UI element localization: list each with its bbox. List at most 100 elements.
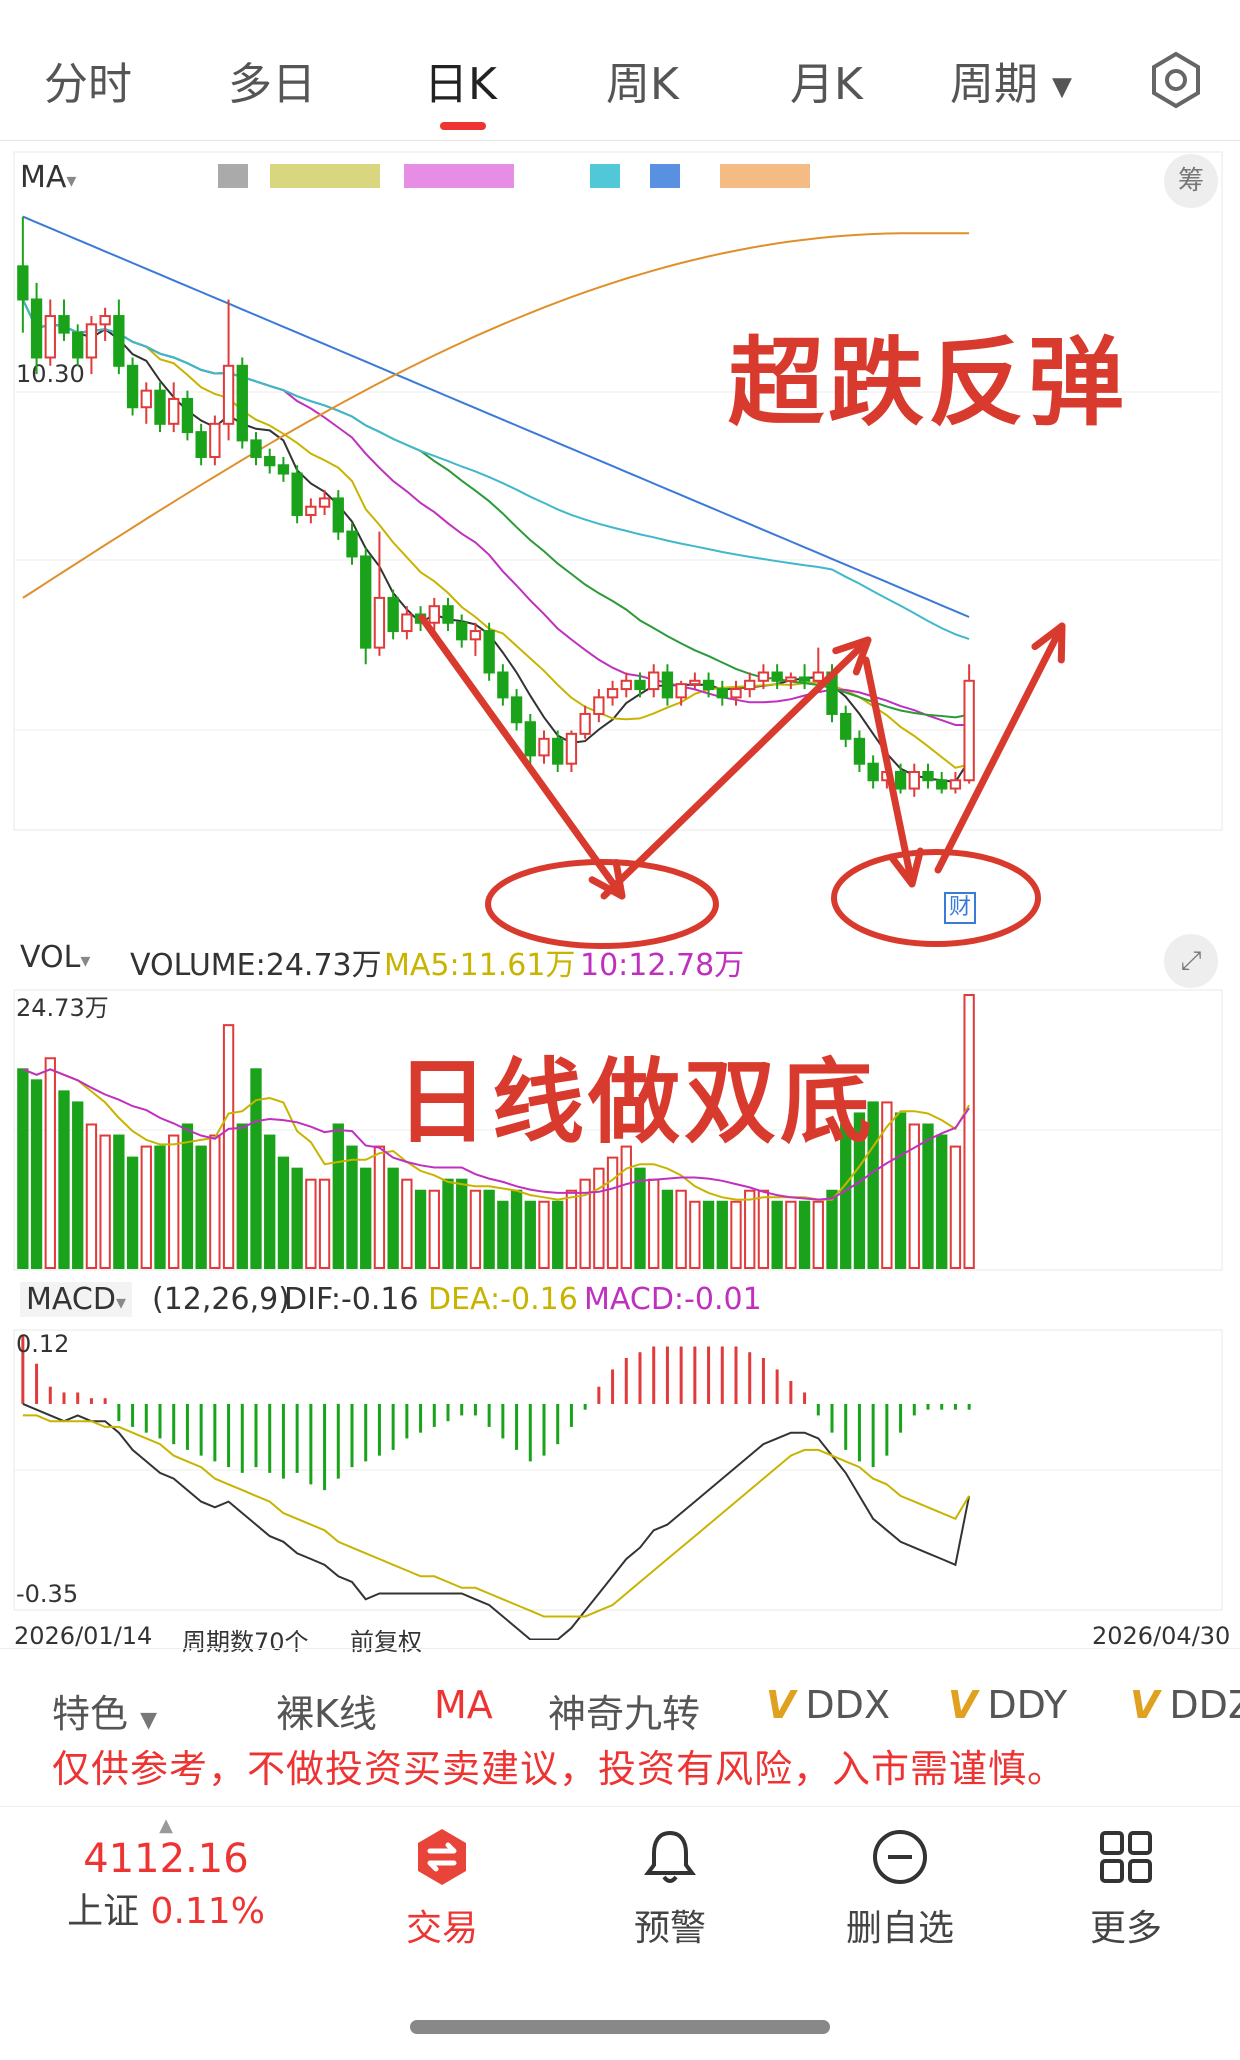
volume-bar [538,1200,550,1269]
volume-bar [620,1145,632,1269]
macd-dif: DIF:-0.16 [284,1282,419,1317]
vip-v-icon: V [1130,1683,1160,1727]
bell-icon [644,1830,696,1883]
volume-bar [99,1134,111,1269]
volume-bar [85,1123,98,1270]
volume-bar [730,1200,742,1269]
candle-body [181,397,194,434]
expand-icon[interactable]: ⤢ [1164,934,1218,988]
candle-body [469,630,482,641]
volume-bar [346,1145,358,1269]
candle-body [44,315,56,359]
candle-body [538,737,550,757]
candle-body [126,364,139,409]
volume-bar [442,1178,454,1269]
candle-body [510,696,523,724]
candle-body [620,679,632,691]
vol-indicator-selector[interactable]: VOL▾ [20,940,90,975]
special-label: 特色 [52,1692,129,1736]
tool-ddz[interactable]: VDDZ [1130,1683,1240,1727]
period-tabs: 分时 多日 日K 周K 月K 周期 ▼ [0,0,1240,141]
kline-chart[interactable]: MA▾ 筹 10.30 超跌反弹 财 VOL▾ VOLUME:24.73万 MA… [0,140,1240,1656]
candle-body [58,315,70,334]
tool-ddy-label: DDY [987,1683,1068,1727]
tool-ma[interactable]: MA [434,1683,493,1727]
volume-bar [332,1123,344,1270]
candle-body [154,389,166,425]
index-value: 4112.16 [83,1836,249,1882]
tool-ddy[interactable]: V DDY [948,1683,1067,1727]
volume-bar [30,1079,43,1269]
volume-bar [72,1101,84,1269]
candle-body [442,605,454,624]
candle-body [72,331,84,359]
nav-trade[interactable]: 交易 [332,1827,552,1951]
volume-bar [894,1112,907,1269]
tool-naked-k[interactable]: 裸K线 [276,1683,377,1738]
vol-indicator-label: VOL [20,940,81,975]
tool-ddz-label: DDZ [1169,1683,1240,1727]
tool-ddx[interactable]: V DDX [766,1683,890,1727]
volume-bar [373,1145,386,1269]
volume-bar [524,1200,536,1269]
volume-bar [757,1189,770,1270]
nav-alert-label: 预警 [633,1908,706,1949]
macd-indicator-selector[interactable]: MACD▾ [20,1282,132,1317]
volume-bar [291,1167,303,1269]
axis-end-date: 2026/04/30 [1092,1622,1231,1650]
candle-body [579,712,591,735]
candle-body [565,732,578,765]
volume-bar [456,1178,468,1269]
financial-report-badge[interactable]: 财 [944,892,976,924]
candle-body [894,770,907,790]
nav-alert[interactable]: 预警 [560,1827,780,1951]
macd-value: MACD:-0.01 [584,1282,762,1317]
volume-bar [661,1189,674,1270]
special-dropdown[interactable]: 特色 ▼ [52,1683,157,1738]
vip-v-icon: V [948,1683,978,1727]
volume-bar [305,1178,317,1269]
volume-bar [222,1024,235,1269]
candle-body [30,298,43,359]
tool-magic-nine[interactable]: 神奇九转 [548,1683,700,1738]
tab-period-dropdown[interactable]: 周期 ▼ [950,48,1072,112]
candle-body [606,688,619,699]
candle-body [99,315,111,326]
volume-bar [17,1068,29,1269]
tab-monthly-k[interactable]: 月K [790,48,863,112]
candle-body [346,530,358,558]
nav-remove-watchlist-label: 删自选 [845,1908,954,1949]
candle-body [840,712,852,740]
candle-body [222,364,235,425]
nav-remove-watchlist[interactable]: 删自选 [790,1827,1010,1951]
candle-body [483,630,495,674]
tool-ddx-label: DDX [805,1683,890,1727]
tab-daily-k[interactable]: 日K [424,48,497,112]
tab-intraday[interactable]: 分时 [44,48,132,112]
volume-bar [181,1123,194,1270]
volume-bar [140,1145,152,1269]
nav-trade-label: 交易 [405,1908,478,1949]
risk-disclaimer: 仅供参考，不做投资买卖建议，投资有风险，入市需谨慎。 [52,1747,1067,1791]
tab-weekly-k[interactable]: 周K [606,48,679,112]
volume-bar [798,1200,811,1269]
candle-body [689,679,701,686]
volume-bar [497,1200,509,1269]
candle-body [744,679,756,691]
candle-body [593,696,605,715]
candle-body [264,455,276,467]
candle-body [716,688,728,699]
candle-body [305,505,317,517]
macd-indicator-label: MACD [26,1282,116,1317]
settings-gear-icon[interactable] [1146,50,1206,110]
candle-body [277,464,290,475]
candle-body [949,779,962,790]
tab-multi-day[interactable]: 多日 [228,48,316,112]
candle-body [757,671,770,682]
nav-more[interactable]: 更多 [1016,1827,1236,1951]
volume-bar [126,1156,139,1270]
candle-body [113,315,125,367]
index-quote[interactable]: ▲ 4112.16 上证 0.11% [56,1815,276,1934]
candle-body [387,596,399,633]
volume-bar [812,1200,824,1269]
